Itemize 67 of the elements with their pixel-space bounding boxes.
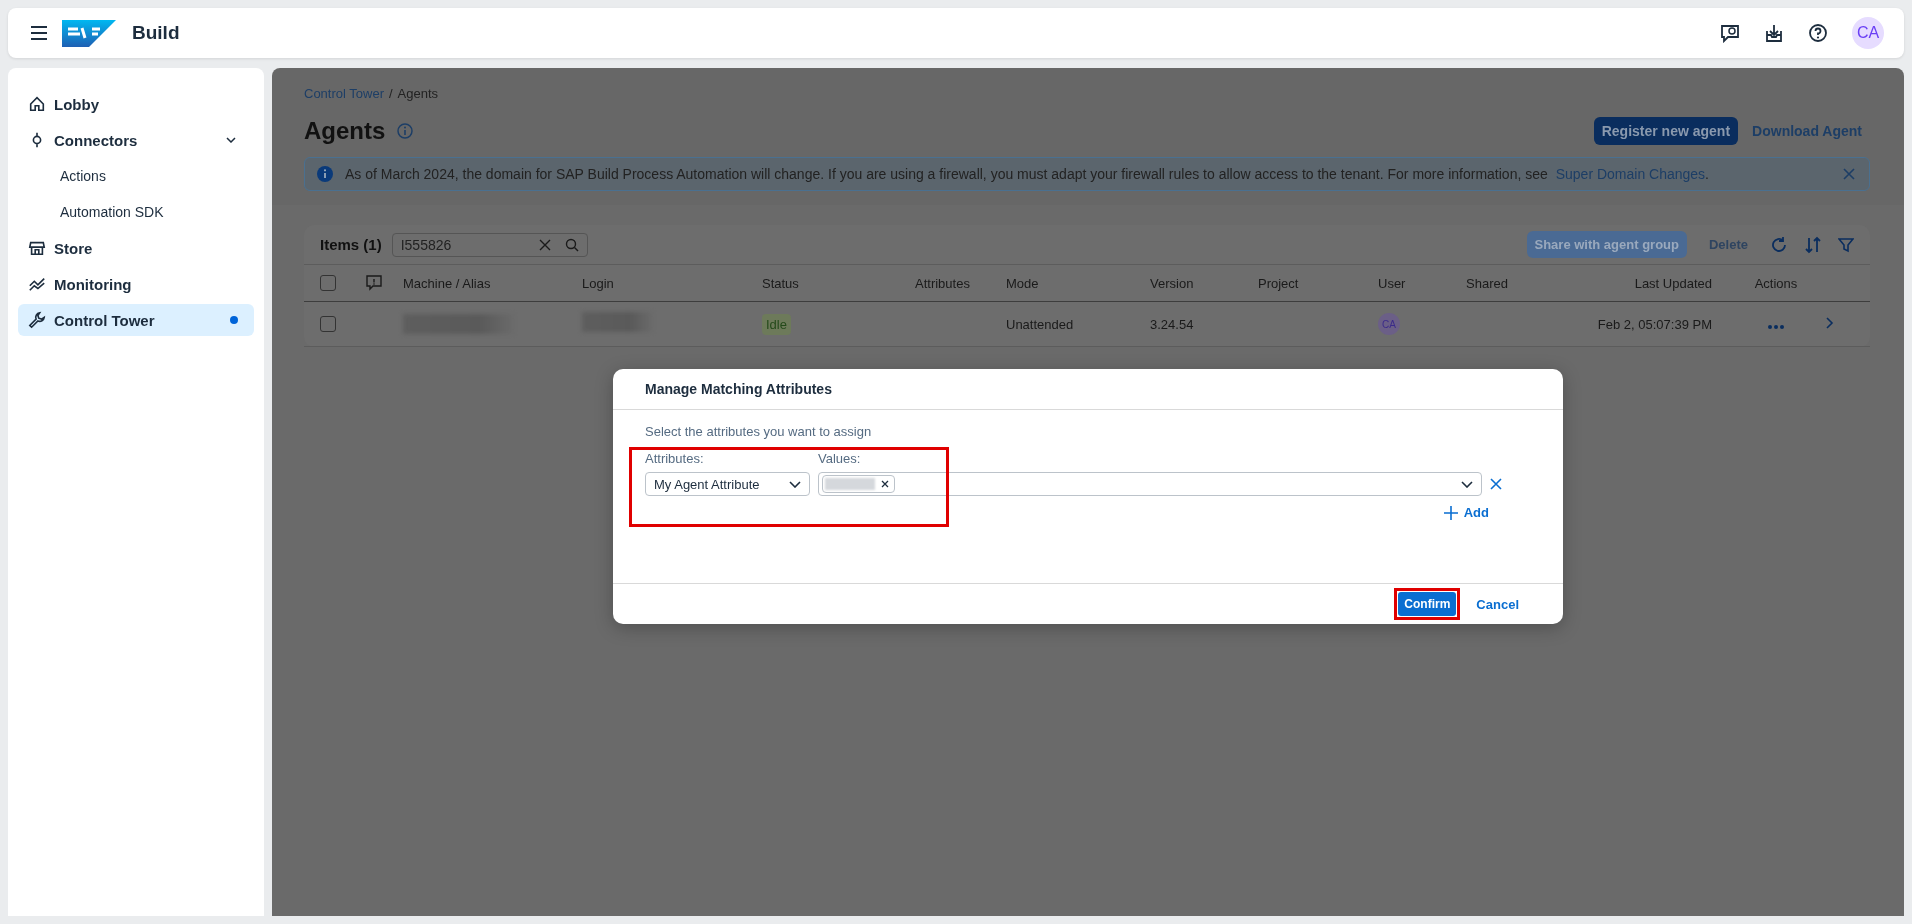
user-avatar[interactable]: CA bbox=[1852, 17, 1884, 49]
remove-icon[interactable] bbox=[881, 480, 889, 488]
sort-icon[interactable] bbox=[1804, 235, 1822, 254]
nav-item[interactable]: Store bbox=[18, 232, 254, 264]
home-icon bbox=[28, 95, 46, 113]
chevron-right-icon[interactable] bbox=[1826, 316, 1834, 329]
feedback-icon[interactable] bbox=[1720, 23, 1740, 43]
nav-item[interactable]: Connectors bbox=[18, 124, 254, 156]
inbox-download-icon[interactable] bbox=[1764, 23, 1784, 43]
table-cell-text: Unattended bbox=[1006, 316, 1075, 332]
column-header: Version bbox=[1150, 275, 1195, 291]
chart-icon bbox=[28, 275, 46, 293]
column-header: Attributes bbox=[915, 275, 971, 291]
nav-item[interactable]: Lobby bbox=[18, 88, 254, 120]
search-icon[interactable] bbox=[564, 237, 579, 252]
nav-subitem[interactable]: Actions bbox=[18, 160, 254, 192]
status-badge: Idle bbox=[762, 313, 791, 335]
store-icon bbox=[28, 239, 46, 257]
values-field[interactable] bbox=[818, 472, 1482, 496]
search-field[interactable]: I555826 bbox=[391, 232, 588, 257]
column-header: Status bbox=[762, 275, 800, 291]
filter-icon[interactable] bbox=[1838, 236, 1854, 253]
column-header: Shared bbox=[1466, 275, 1509, 291]
page-title: Agents bbox=[304, 117, 386, 145]
caret-icon bbox=[1461, 480, 1473, 488]
nav-item[interactable]: Monitoring bbox=[18, 268, 254, 300]
logo-icon bbox=[62, 19, 116, 47]
register-button[interactable]: Register new agent bbox=[1593, 117, 1739, 145]
breadcrumb-separator: / bbox=[388, 86, 393, 101]
banner-message: As of March 2024, the domain for SAP Build Process Automation will change. If you are using a firewall, you must adapt your firewall rules to allow access to the tenant. For more information, see Super Domain Changes. bbox=[345, 166, 1710, 182]
confirm-button[interactable]: Confirm bbox=[1398, 592, 1457, 616]
table-cell-text: Feb 2, 05:07:39 PM bbox=[1596, 316, 1713, 332]
column-header: Actions bbox=[1753, 275, 1799, 291]
chevron-icon[interactable] bbox=[226, 137, 236, 143]
cancel-button[interactable]: Cancel bbox=[1470, 595, 1525, 613]
dialog-title: Manage Matching Attributes bbox=[613, 369, 1563, 410]
column-header: Last Updated bbox=[1633, 275, 1713, 291]
help-icon[interactable] bbox=[1808, 23, 1828, 43]
refresh-icon[interactable] bbox=[1770, 235, 1788, 254]
attributes-label: Attributes: bbox=[645, 451, 705, 466]
column-header: Mode bbox=[1006, 275, 1040, 291]
nav-subitem[interactable]: Automation SDK bbox=[18, 196, 254, 228]
info-icon bbox=[317, 166, 333, 182]
more-icon[interactable] bbox=[1768, 324, 1784, 329]
items-count: Items (1) bbox=[320, 236, 382, 253]
column-header: Project bbox=[1258, 275, 1300, 291]
breadcrumb-current: Agents bbox=[397, 86, 439, 101]
values-label: Values: bbox=[818, 451, 861, 466]
column-header: Login bbox=[582, 275, 615, 291]
add-button[interactable]: Add bbox=[1437, 504, 1495, 521]
info-icon[interactable] bbox=[397, 123, 414, 139]
caret-icon bbox=[789, 480, 801, 488]
checkbox[interactable] bbox=[320, 316, 336, 332]
nav-item[interactable]: Control Tower bbox=[18, 304, 254, 336]
attribute-select[interactable]: My Agent Attribute bbox=[645, 472, 810, 496]
clear-icon[interactable] bbox=[538, 238, 551, 251]
column-header: User bbox=[1378, 275, 1407, 291]
wrench-icon bbox=[28, 311, 46, 329]
product-name: Build bbox=[132, 22, 180, 44]
checkbox[interactable] bbox=[320, 275, 336, 291]
message-icon bbox=[366, 275, 382, 291]
instruction-text: Select the attributes you want to assign bbox=[645, 424, 873, 439]
close-icon[interactable] bbox=[1843, 168, 1855, 180]
column-header: Machine / Alias bbox=[403, 275, 492, 291]
table-cell-text: 3.24.54 bbox=[1150, 316, 1195, 332]
menu-icon[interactable] bbox=[30, 26, 48, 40]
plus-icon bbox=[1443, 505, 1458, 520]
